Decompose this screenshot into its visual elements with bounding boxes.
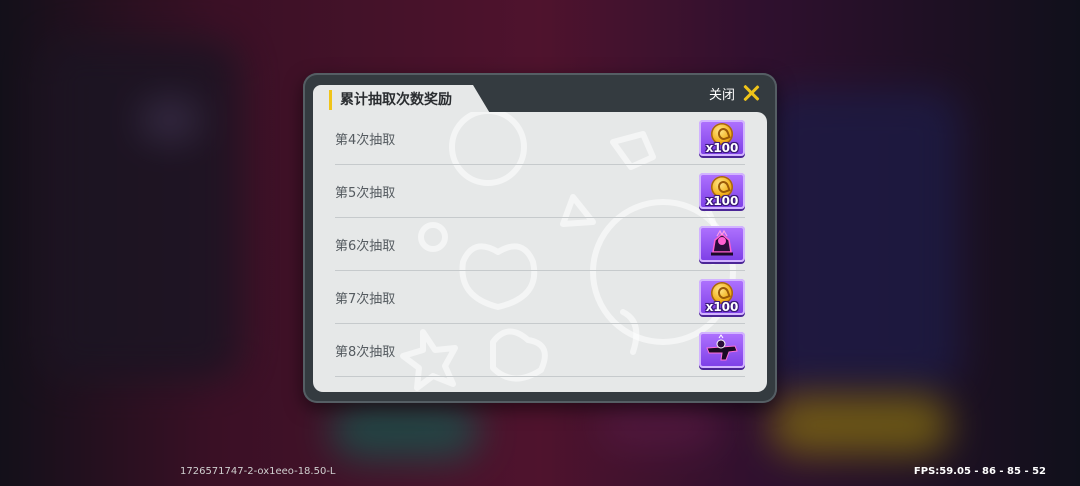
close-icon[interactable] xyxy=(743,85,759,101)
build-id-text: 1726571747-2-ox1eeo-18.50-L xyxy=(180,466,336,477)
cumulative-draw-rewards-dialog: 累计抽取次数奖励 关闭 第4次抽取 x100 第5次抽取 x100 第6次抽取 … xyxy=(303,73,777,403)
reward-slot[interactable]: x100 xyxy=(699,120,745,156)
draw-count-label: 第6次抽取 xyxy=(335,239,396,254)
draw-count-label: 第4次抽取 xyxy=(335,133,396,148)
avatar-frame-icon xyxy=(711,229,733,256)
close-label: 关闭 xyxy=(708,87,735,103)
list-item: 第4次抽取 x100 xyxy=(335,112,745,165)
reward-slot[interactable]: x100 xyxy=(699,279,745,315)
dialog-title: 累计抽取次数奖励 xyxy=(329,90,452,110)
weapon-skin-icon xyxy=(706,334,738,361)
reward-slot[interactable] xyxy=(699,226,745,262)
draw-count-label: 第7次抽取 xyxy=(335,292,396,307)
draw-count-label: 第5次抽取 xyxy=(335,186,396,201)
fps-counter: FPS:59.05 - 86 - 85 - 52 xyxy=(913,466,1046,477)
list-item: 第6次抽取 xyxy=(335,218,745,271)
reward-quantity: x100 xyxy=(705,141,739,155)
list-item: 第8次抽取 xyxy=(335,324,745,377)
reward-list-panel: 第4次抽取 x100 第5次抽取 x100 第6次抽取 第7次抽取 x100 第… xyxy=(313,112,767,392)
reward-quantity: x100 xyxy=(705,300,739,314)
draw-count-label: 第8次抽取 xyxy=(335,345,396,360)
list-item: 第7次抽取 x100 xyxy=(335,271,745,324)
reward-slot[interactable]: x100 xyxy=(699,173,745,209)
reward-slot[interactable] xyxy=(699,332,745,368)
close-button[interactable]: 关闭 xyxy=(709,81,759,105)
reward-quantity: x100 xyxy=(705,194,739,208)
list-item: 第5次抽取 x100 xyxy=(335,165,745,218)
